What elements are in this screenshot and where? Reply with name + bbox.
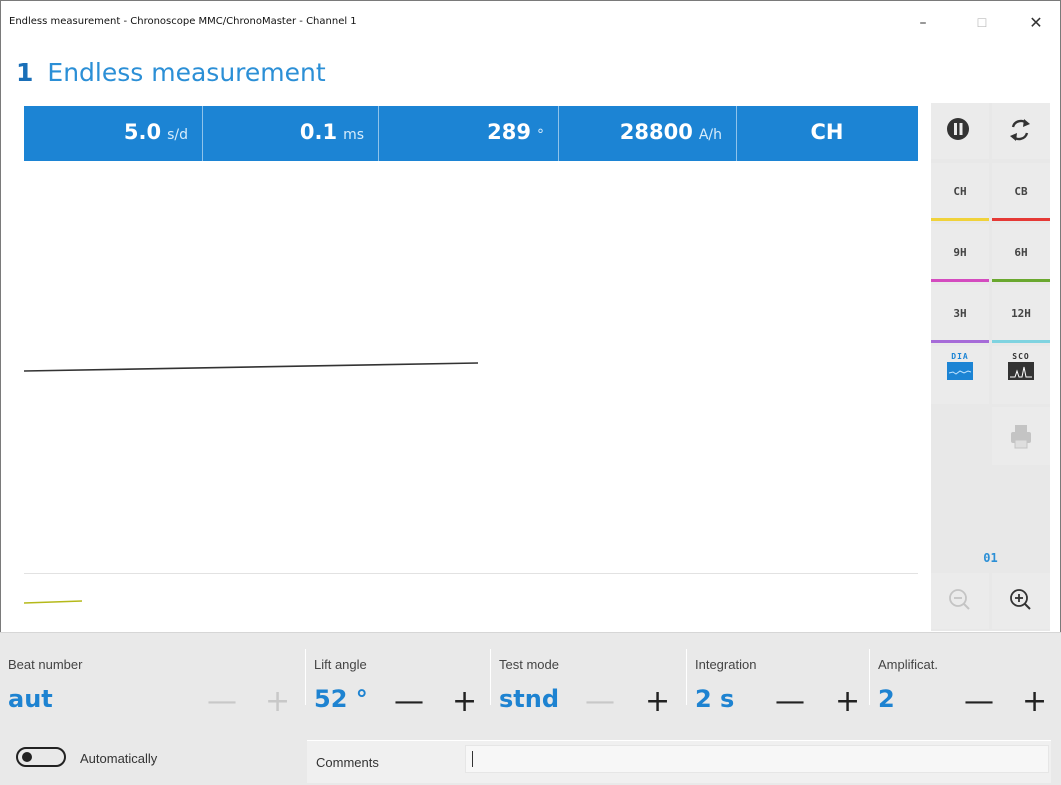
lift-angle-value: 52 ° bbox=[314, 685, 368, 713]
toggle-knob bbox=[22, 752, 32, 762]
integration-minus-button[interactable]: — bbox=[775, 687, 805, 717]
zoom-out-icon bbox=[949, 589, 970, 610]
lift-angle-group: Lift angle 52 ° — + bbox=[306, 633, 490, 743]
test-mode-minus-button[interactable]: — bbox=[585, 687, 615, 717]
integration-plus-button[interactable]: + bbox=[835, 687, 860, 717]
integration-value: 2 s bbox=[695, 685, 735, 713]
position-button-3h[interactable]: 3H bbox=[931, 285, 989, 343]
frequency-readout: 28800 A/h bbox=[558, 106, 737, 161]
frequency-unit: A/h bbox=[698, 127, 722, 143]
readout-bar: 5.0 s/d 0.1 ms 289 ° 28800 A/h CH bbox=[24, 106, 918, 161]
beat-number-value: aut bbox=[8, 685, 53, 713]
pause-icon bbox=[947, 118, 969, 140]
dia-label: DIA bbox=[951, 352, 969, 361]
window-title: Endless measurement - Chronoscope MMC/Ch… bbox=[9, 16, 357, 27]
beat-number-minus-button[interactable]: — bbox=[207, 687, 237, 717]
refresh-icon bbox=[1010, 119, 1030, 141]
frequency-value: 28800 bbox=[619, 120, 693, 144]
minimize-button[interactable]: – bbox=[905, 10, 941, 36]
position-button-6h[interactable]: 6H bbox=[992, 224, 1050, 282]
lift-angle-minus-button[interactable]: — bbox=[394, 687, 424, 717]
lift-angle-plus-button[interactable]: + bbox=[452, 687, 477, 717]
plot-canvas bbox=[23, 362, 479, 604]
amplitude-value: 289 bbox=[487, 120, 531, 144]
amplification-group: Amplificat. 2 — + bbox=[870, 633, 1061, 743]
amplitude-trace bbox=[23, 600, 83, 604]
lift-angle-label: Lift angle bbox=[314, 657, 367, 672]
beat-number-label: Beat number bbox=[8, 657, 83, 672]
refresh-button[interactable] bbox=[992, 103, 1050, 159]
integration-label: Integration bbox=[695, 657, 757, 672]
zoom-in-button[interactable] bbox=[992, 573, 1050, 629]
amplitude-unit: ° bbox=[537, 127, 544, 143]
position-readout: CH bbox=[736, 106, 918, 161]
position-button-9h[interactable]: 9H bbox=[931, 224, 989, 282]
comments-input[interactable] bbox=[465, 745, 1049, 773]
beat-error-value: 0.1 bbox=[299, 120, 338, 144]
zoom-in-icon bbox=[1010, 589, 1031, 610]
amplification-value: 2 bbox=[878, 685, 895, 713]
sidebar: CH CB 9H 6H 3H 12H DIA SCO 01 bbox=[931, 103, 1050, 631]
rate-value: 5.0 bbox=[123, 120, 162, 144]
text-caret bbox=[472, 751, 473, 767]
amplification-minus-button[interactable]: — bbox=[964, 687, 994, 717]
page-title: 1 Endless measurement bbox=[16, 58, 326, 87]
plot-divider bbox=[24, 573, 918, 574]
comments-label: Comments bbox=[316, 755, 379, 770]
position-button-cb[interactable]: CB bbox=[992, 163, 1050, 221]
maximize-button[interactable]: ☐ bbox=[964, 10, 1000, 36]
beat-error-unit: ms bbox=[343, 127, 364, 143]
amplitude-readout: 289 ° bbox=[378, 106, 559, 161]
zoom-out-button[interactable] bbox=[931, 573, 989, 629]
beat-number-plus-button[interactable]: + bbox=[265, 687, 290, 717]
pause-button[interactable] bbox=[931, 103, 989, 159]
print-icon bbox=[1011, 425, 1031, 449]
rate-unit: s/d bbox=[167, 127, 188, 143]
scope-icon bbox=[1008, 362, 1034, 380]
title-bar: Endless measurement - Chronoscope MMC/Ch… bbox=[0, 0, 1061, 40]
beat-error-readout: 0.1 ms bbox=[202, 106, 379, 161]
measurement-title: Endless measurement bbox=[47, 58, 326, 87]
automatically-toggle[interactable] bbox=[16, 747, 66, 767]
test-mode-value: stnd bbox=[499, 685, 560, 713]
close-button[interactable]: ✕ bbox=[1018, 10, 1054, 36]
zoom-level: 01 bbox=[983, 551, 998, 565]
sco-mode-button[interactable]: SCO bbox=[992, 346, 1050, 404]
sco-label: SCO bbox=[1012, 352, 1030, 361]
print-button[interactable] bbox=[992, 407, 1050, 465]
test-mode-plus-button[interactable]: + bbox=[645, 687, 670, 717]
integration-group: Integration 2 s — + bbox=[687, 633, 869, 743]
rate-readout: 5.0 s/d bbox=[24, 106, 203, 161]
dia-mode-button[interactable]: DIA bbox=[931, 346, 989, 404]
amplification-label: Amplificat. bbox=[878, 657, 938, 672]
test-mode-label: Test mode bbox=[499, 657, 559, 672]
rate-trace bbox=[23, 362, 479, 372]
channel-number: 1 bbox=[16, 58, 34, 87]
position-button-12h[interactable]: 12H bbox=[992, 285, 1050, 343]
amplification-plus-button[interactable]: + bbox=[1022, 687, 1047, 717]
position-value: CH bbox=[810, 120, 844, 144]
measurement-plot bbox=[23, 161, 918, 631]
test-mode-group: Test mode stnd — + bbox=[491, 633, 686, 743]
beat-number-group: Beat number aut — + bbox=[0, 633, 305, 743]
position-button-ch[interactable]: CH bbox=[931, 163, 989, 221]
diagram-icon bbox=[947, 362, 973, 380]
automatically-label: Automatically bbox=[80, 751, 158, 766]
